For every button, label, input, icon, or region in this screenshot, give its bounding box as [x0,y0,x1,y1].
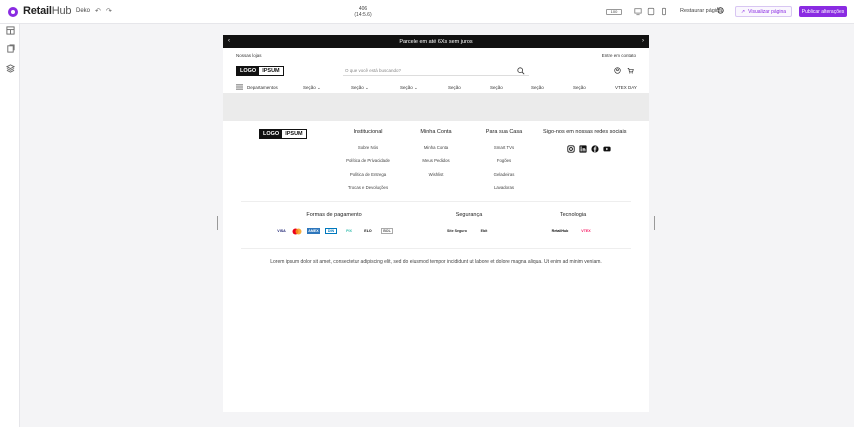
desktop-icon[interactable] [634,7,642,16]
store-search-input[interactable]: O que você está buscando? [343,65,529,76]
retailhub-logo-icon [8,7,18,17]
footer-col-title: Para sua Casa [485,129,523,135]
nav-vtex-day[interactable]: VTEX DAY [615,85,637,90]
footer-link[interactable]: Política de Privacidade [338,154,398,167]
visa-icon: VISA [277,229,286,233]
editor-topbar: RetailHub Deko ↶ ↷ 406 (14:5.6) 100 Rest… [0,0,854,24]
pages-icon[interactable] [6,44,15,53]
external-link-icon: ↗ [740,8,746,15]
footer-col-home: Para sua Casa Smart TVs Fogões Geladeira… [478,129,530,194]
boleto-icon: BOL [381,228,393,234]
footer-link[interactable]: Wishlist [411,168,461,181]
pix-icon: PIX [346,229,352,233]
document-name[interactable]: Deko [76,8,90,14]
preview-page-button[interactable]: ↗ Visualizar página [735,6,792,17]
our-stores-link[interactable]: Nossas lojas [236,53,262,58]
contact-link[interactable]: Entre em contato [602,53,636,58]
store-logo[interactable]: LOGO IPSUM [236,66,284,76]
canvas-size-readout: 406 (14:5.6) [354,6,372,18]
brand-logo: RetailHub [23,5,72,17]
footer-link[interactable]: Meus Pedidos [411,154,461,167]
amex-icon: AMEX [307,228,320,234]
vtex-badge-icon: VTEX [581,229,591,233]
store-header: LOGO IPSUM O que você está buscando? [223,60,649,81]
cart-icon[interactable] [627,67,634,74]
security-title: Segurança [455,212,483,218]
social-title: Sigo-nos em nossas redes sociais [543,129,627,135]
footer-link[interactable]: Lavadoras [478,181,530,194]
nav-item[interactable]: Seção [573,85,586,90]
footer-link[interactable]: Minha Conta [411,141,461,154]
components-icon[interactable] [6,64,15,73]
footer-col-institutional: Institucional Sobre Nós Política de Priv… [338,129,398,194]
page-preview-canvas: ‹ Parcele em até 6Xs sem juros › Nossas … [223,35,649,412]
search-icon[interactable] [517,67,525,75]
nav-item[interactable]: Seção [448,85,461,90]
promo-prev-icon[interactable]: ‹ [228,38,230,44]
tech-title: Tecnologia [559,212,587,218]
undo-icon[interactable]: ↶ [95,7,101,15]
ebit-icon: Ebit [480,229,488,233]
user-icon[interactable] [614,67,621,74]
banner-placeholder [223,93,649,121]
footer-col-account: Minha Conta Minha Conta Meus Pedidos Wis… [411,129,461,181]
linkedin-icon[interactable] [579,145,587,153]
legal-text: Lorem ipsum dolor sit amet, consectetur … [270,259,602,265]
site-seguro-icon: Site Seguro [447,229,467,233]
footer-link[interactable]: Fogões [478,154,530,167]
nav-departments[interactable]: Departamentos [247,85,278,90]
nav-item[interactable]: Seção ⌄ [303,85,321,91]
footer-logo: LOGO IPSUM [259,129,307,139]
canvas-resize-handle-left[interactable] [217,216,218,230]
mobile-icon[interactable] [660,7,668,16]
promo-next-icon[interactable]: › [642,38,644,44]
elo-icon: ELO [364,229,372,233]
payment-title: Formas de pagamento [306,212,362,218]
youtube-icon[interactable] [603,145,611,153]
editor-app: RetailHub Deko ↶ ↷ 406 (14:5.6) 100 Rest… [0,0,854,427]
footer-divider [241,248,631,249]
footer-col-title: Minha Conta [420,129,452,135]
mastercard-icon [291,228,303,234]
layout-icon[interactable] [6,26,15,35]
footer-link[interactable]: Trocas e Devoluções [338,181,398,194]
nav-item[interactable]: Seção ⌄ [400,85,418,91]
nav-item[interactable]: Seção ⌄ [351,85,369,91]
footer-col-title: Institucional [353,129,383,135]
nav-item[interactable]: Seção [490,85,503,90]
diners-icon: DIN [325,228,337,234]
footer-link[interactable]: Sobre Nós [338,141,398,154]
nav-item[interactable]: Seção [531,85,544,90]
zoom-level[interactable]: 100 [606,9,622,15]
restore-icon[interactable] [716,6,725,15]
utility-row: Nossas lojas Entre em contato [223,48,649,60]
footer-columns: LOGO IPSUM Institucional Sobre Nós Políti… [223,121,649,197]
publish-changes-button[interactable]: Publicar alterações [799,6,847,17]
promo-bar: ‹ Parcele em até 6Xs sem juros › [223,35,649,48]
category-nav: Departamentos Seção ⌄ Seção ⌄ Seção ⌄ Se… [223,81,649,93]
menu-icon[interactable] [236,84,243,90]
footer-link[interactable]: Smart TVs [478,141,530,154]
promo-text: Parcele em até 6Xs sem juros [399,38,473,45]
canvas-resize-handle-right[interactable] [654,216,655,230]
tablet-icon[interactable] [647,7,655,16]
footer-link[interactable]: Geladeiras [478,168,530,181]
left-tool-rail [0,24,20,427]
redo-icon[interactable]: ↷ [106,7,112,15]
retailhub-badge-icon: RetailHub [551,229,569,233]
facebook-icon[interactable] [591,145,599,153]
footer-divider [241,201,631,202]
instagram-icon[interactable] [567,145,575,153]
footer-link[interactable]: Política de Entrega [338,168,398,181]
